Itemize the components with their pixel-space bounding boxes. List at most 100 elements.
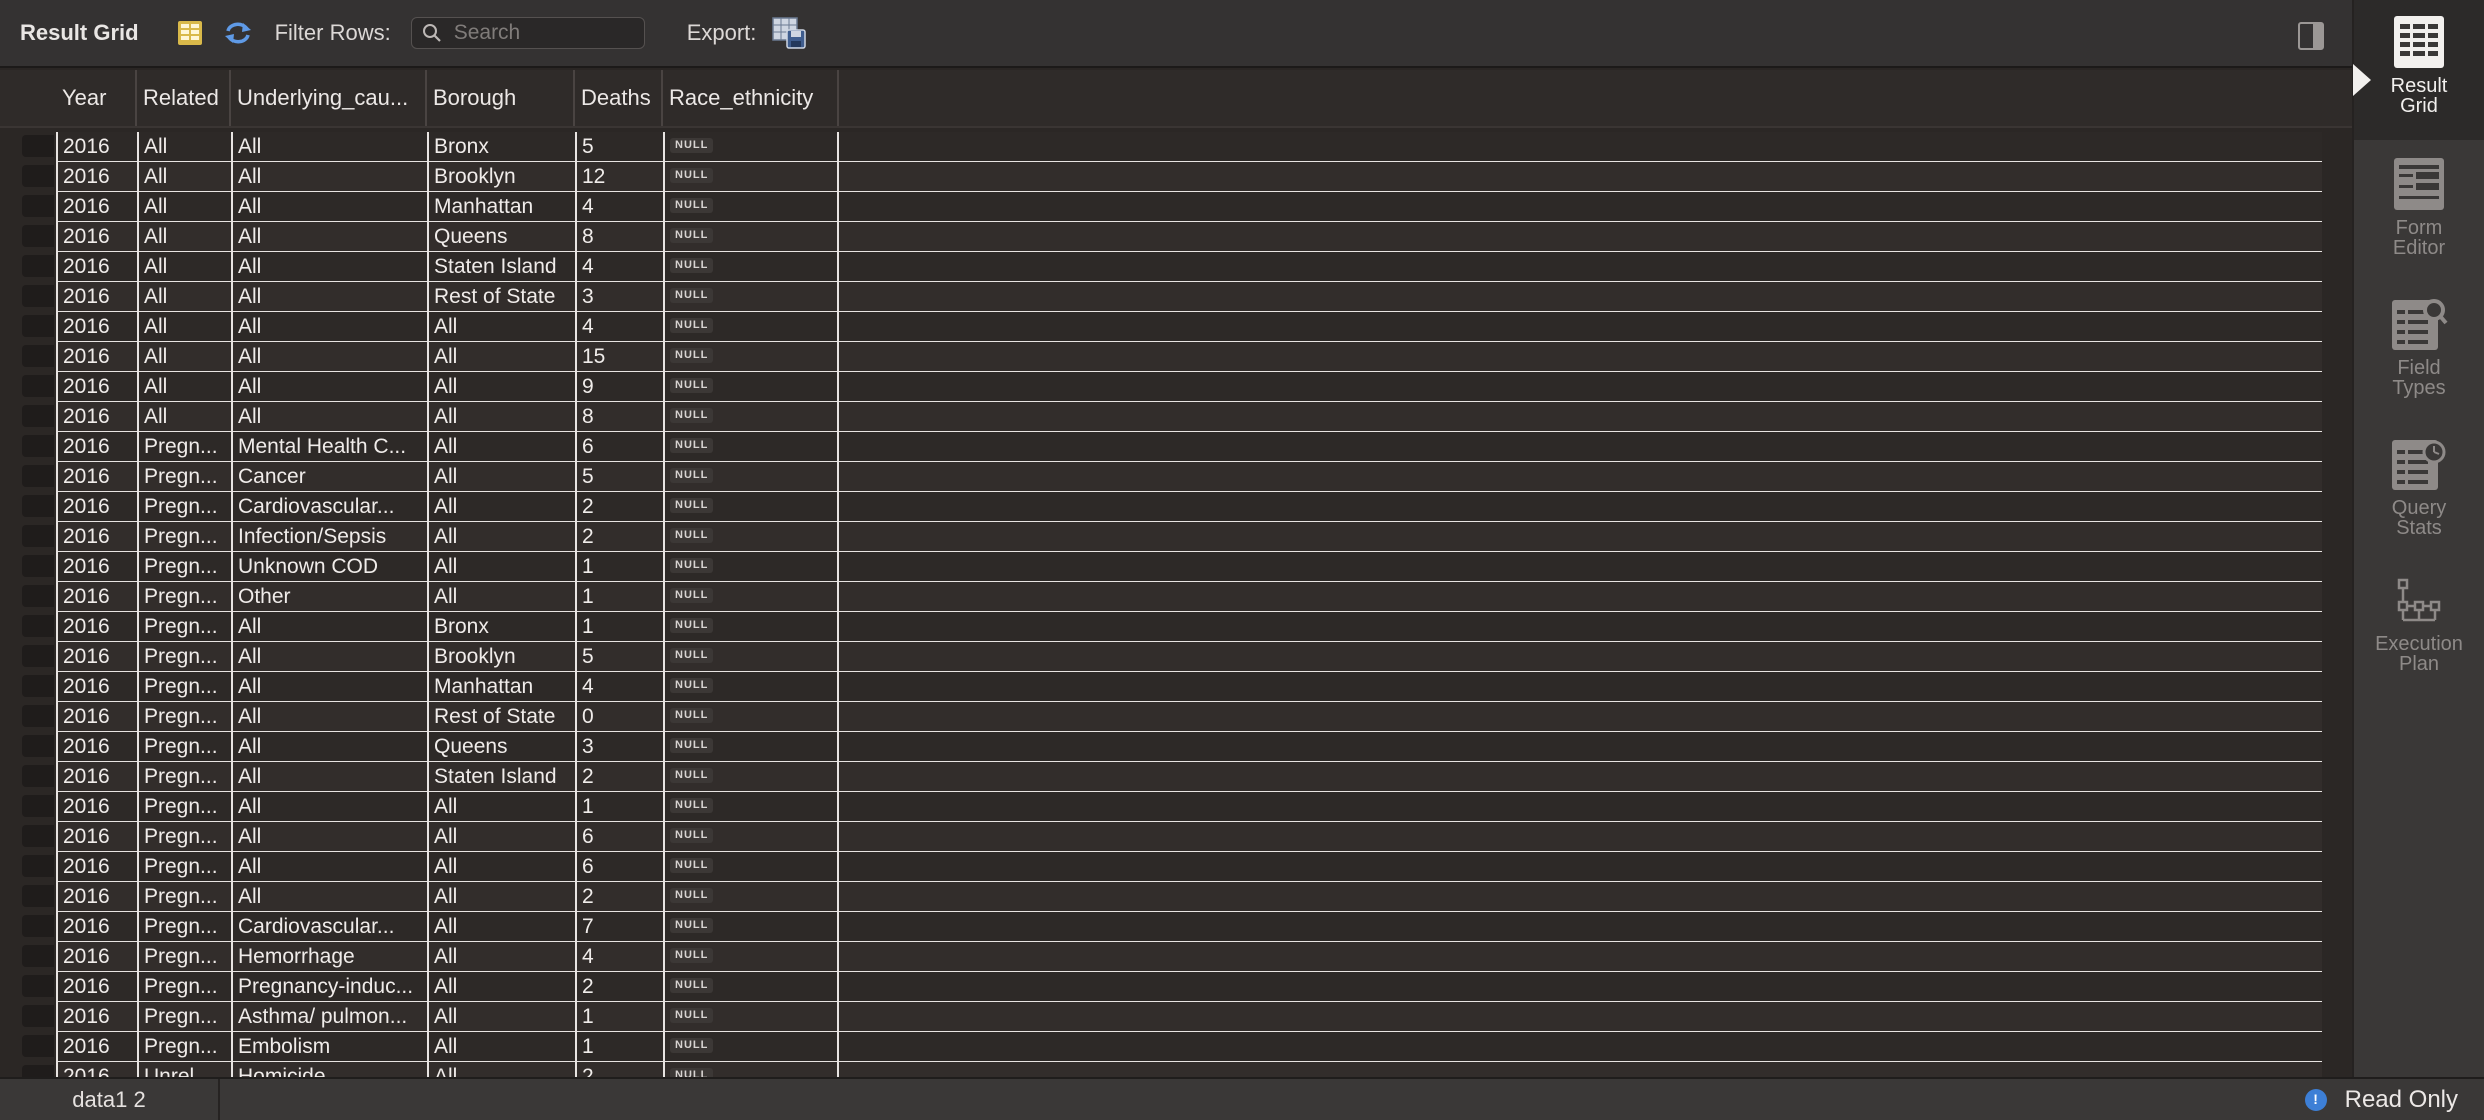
row-selector[interactable] (22, 195, 54, 217)
cell-race-ethnicity[interactable]: NULL (663, 372, 839, 401)
cell-year[interactable]: 2016 (56, 462, 137, 491)
cell-underlying-cause[interactable]: Mental Health C... (231, 432, 427, 461)
row-selector[interactable] (22, 645, 54, 667)
cell-year[interactable]: 2016 (56, 222, 137, 251)
cell-year[interactable]: 2016 (56, 672, 137, 701)
cell-borough[interactable]: All (427, 1002, 575, 1031)
table-row[interactable]: 2016 Pregn... All All 1 NULL (0, 792, 2322, 823)
filter-search-box[interactable] (410, 17, 645, 49)
cell-related[interactable]: All (137, 312, 231, 341)
cell-year[interactable]: 2016 (56, 732, 137, 761)
cell-underlying-cause[interactable]: All (231, 342, 427, 371)
cell-underlying-cause[interactable]: All (231, 642, 427, 671)
row-selector[interactable] (22, 465, 54, 487)
cell-deaths[interactable]: 15 (575, 342, 663, 371)
cell-race-ethnicity[interactable]: NULL (663, 852, 839, 881)
cell-borough[interactable]: Brooklyn (427, 162, 575, 191)
cell-race-ethnicity[interactable]: NULL (663, 282, 839, 311)
table-row[interactable]: 2016 Pregn... Asthma/ pulmon... All 1 NULL (0, 1002, 2322, 1033)
cell-underlying-cause[interactable]: Embolism (231, 1032, 427, 1061)
table-row[interactable]: 2016 All All Queens 8 NULL (0, 222, 2322, 253)
cell-borough[interactable]: Rest of State (427, 702, 575, 731)
cell-related[interactable]: Pregn... (137, 912, 231, 941)
refresh-icon[interactable] (223, 18, 253, 48)
cell-underlying-cause[interactable]: All (231, 882, 427, 911)
row-selector[interactable] (22, 345, 54, 367)
cell-deaths[interactable]: 1 (575, 552, 663, 581)
table-row[interactable]: 2016 All All All 9 NULL (0, 372, 2322, 403)
cell-deaths[interactable]: 3 (575, 732, 663, 761)
cell-deaths[interactable]: 1 (575, 582, 663, 611)
sidebar-item-result-grid[interactable]: Result Grid (2354, 14, 2484, 116)
cell-race-ethnicity[interactable]: NULL (663, 702, 839, 731)
cell-related[interactable]: Pregn... (137, 522, 231, 551)
toggle-panel-icon[interactable] (2298, 22, 2324, 50)
cell-underlying-cause[interactable]: Asthma/ pulmon... (231, 1002, 427, 1031)
cell-deaths[interactable]: 2 (575, 882, 663, 911)
cell-borough[interactable]: All (427, 1062, 575, 1077)
table-row[interactable]: 2016 Pregn... Cardiovascular... All 7 NULL (0, 912, 2322, 943)
cell-deaths[interactable]: 4 (575, 192, 663, 221)
cell-underlying-cause[interactable]: All (231, 312, 427, 341)
row-selector[interactable] (22, 915, 54, 937)
cell-related[interactable]: Pregn... (137, 972, 231, 1001)
cell-borough[interactable]: Rest of State (427, 282, 575, 311)
row-selector[interactable] (22, 705, 54, 727)
row-selector[interactable] (22, 885, 54, 907)
cell-race-ethnicity[interactable]: NULL (663, 762, 839, 791)
cell-deaths[interactable]: 6 (575, 432, 663, 461)
cell-race-ethnicity[interactable]: NULL (663, 432, 839, 461)
cell-borough[interactable]: Manhattan (427, 672, 575, 701)
column-header-underlying-cause[interactable]: Underlying_cau... (231, 70, 427, 126)
table-row[interactable]: 2016 All All Rest of State 3 NULL (0, 282, 2322, 313)
cell-year[interactable]: 2016 (56, 642, 137, 671)
cell-year[interactable]: 2016 (56, 792, 137, 821)
cell-related[interactable]: Pregn... (137, 852, 231, 881)
cell-related[interactable]: Pregn... (137, 942, 231, 971)
cell-related[interactable]: All (137, 192, 231, 221)
cell-year[interactable]: 2016 (56, 402, 137, 431)
table-row[interactable]: 2016 Pregn... Unknown COD All 1 NULL (0, 552, 2322, 583)
cell-borough[interactable]: All (427, 942, 575, 971)
cell-deaths[interactable]: 2 (575, 492, 663, 521)
table-row[interactable]: 2016 Pregn... All Manhattan 4 NULL (0, 672, 2322, 703)
cell-race-ethnicity[interactable]: NULL (663, 402, 839, 431)
cell-deaths[interactable]: 8 (575, 402, 663, 431)
cell-underlying-cause[interactable]: All (231, 162, 427, 191)
cell-year[interactable]: 2016 (56, 282, 137, 311)
row-selector[interactable] (22, 225, 54, 247)
cell-race-ethnicity[interactable]: NULL (663, 312, 839, 341)
cell-related[interactable]: Unrel... (137, 1062, 231, 1077)
cell-year[interactable]: 2016 (56, 972, 137, 1001)
table-row[interactable]: 2016 All All Brooklyn 12 NULL (0, 162, 2322, 193)
cell-deaths[interactable]: 4 (575, 942, 663, 971)
cell-deaths[interactable]: 5 (575, 132, 663, 161)
cell-borough[interactable]: All (427, 912, 575, 941)
row-selector[interactable] (22, 495, 54, 517)
cell-borough[interactable]: Bronx (427, 132, 575, 161)
cell-race-ethnicity[interactable]: NULL (663, 342, 839, 371)
cell-borough[interactable]: All (427, 792, 575, 821)
cell-related[interactable]: Pregn... (137, 642, 231, 671)
cell-year[interactable]: 2016 (56, 192, 137, 221)
row-selector[interactable] (22, 315, 54, 337)
cell-race-ethnicity[interactable]: NULL (663, 882, 839, 911)
row-selector[interactable] (22, 1065, 54, 1077)
cell-race-ethnicity[interactable]: NULL (663, 942, 839, 971)
row-selector[interactable] (22, 675, 54, 697)
cell-year[interactable]: 2016 (56, 1062, 137, 1077)
cell-underlying-cause[interactable]: Other (231, 582, 427, 611)
cell-deaths[interactable]: 9 (575, 372, 663, 401)
cell-year[interactable]: 2016 (56, 582, 137, 611)
cell-borough[interactable]: All (427, 582, 575, 611)
table-row[interactable]: 2016 All All All 15 NULL (0, 342, 2322, 373)
row-selector[interactable] (22, 255, 54, 277)
sidebar-item-form-editor[interactable]: Form Editor (2354, 156, 2484, 258)
cell-borough[interactable]: All (427, 1032, 575, 1061)
cell-borough[interactable]: All (427, 492, 575, 521)
cell-underlying-cause[interactable]: All (231, 612, 427, 641)
cell-related[interactable]: Pregn... (137, 702, 231, 731)
row-selector[interactable] (22, 135, 54, 157)
cell-related[interactable]: All (137, 132, 231, 161)
cell-underlying-cause[interactable]: Infection/Sepsis (231, 522, 427, 551)
